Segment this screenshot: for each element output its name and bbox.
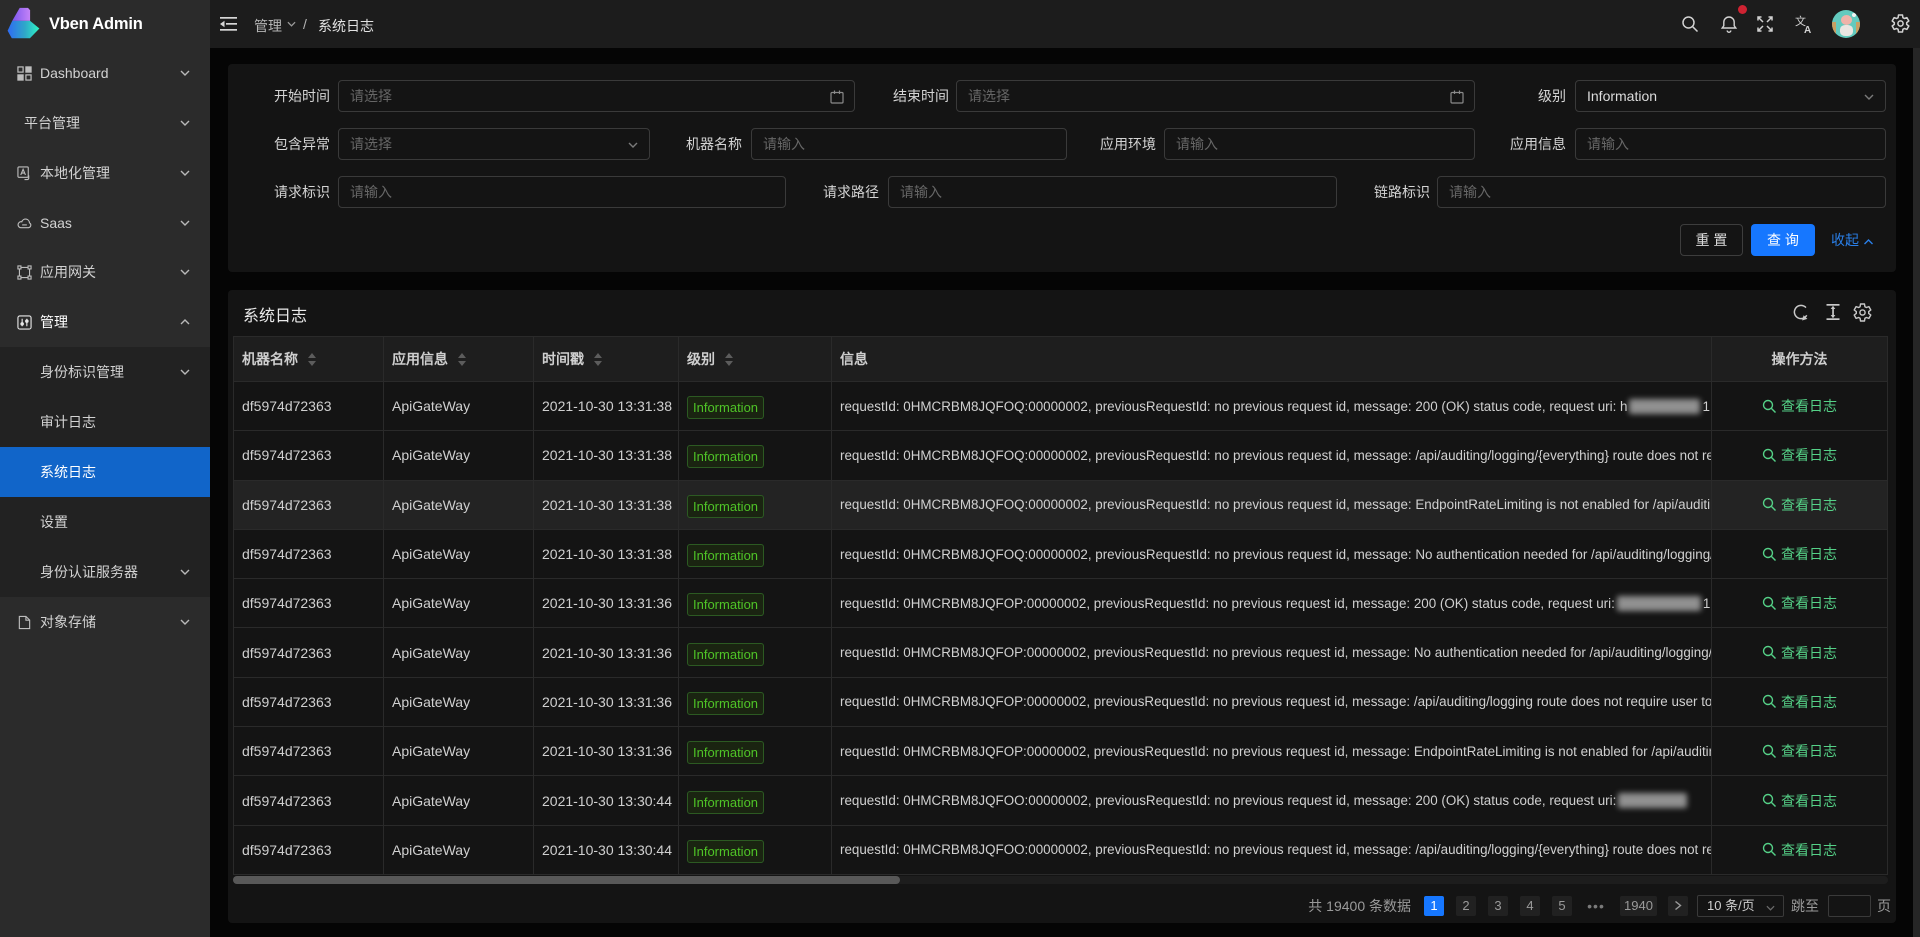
svg-text:A: A (1804, 25, 1811, 34)
